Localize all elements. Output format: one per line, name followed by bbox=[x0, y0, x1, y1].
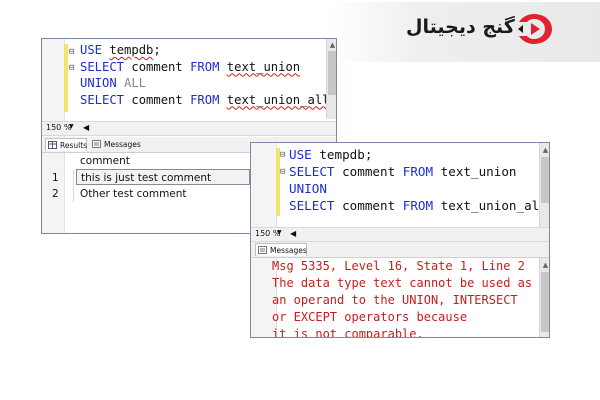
messages-panel: Msg 5335, Level 16, State 1, Line 2 The … bbox=[251, 258, 549, 338]
error-line: an operand to the UNION, INTERSECT bbox=[272, 293, 518, 307]
error-line: Msg 5335, Level 16, State 1, Line 2 bbox=[272, 259, 525, 273]
collapse-icon[interactable]: ⊟ bbox=[280, 151, 285, 160]
code-token: text_union_all bbox=[440, 198, 547, 213]
grid-cell[interactable]: Other test comment bbox=[80, 186, 250, 202]
code-token: comment bbox=[342, 198, 403, 213]
message-icon bbox=[92, 140, 101, 148]
tab-label: Messages bbox=[270, 246, 307, 255]
query-window-2: ⊟ ⊟ USE tempdb; SELECT comment FROM text_… bbox=[250, 142, 550, 338]
code-token: UNION bbox=[80, 76, 125, 90]
code-token: text_union_all bbox=[226, 92, 330, 107]
scroll-up-icon[interactable]: ▲ bbox=[540, 261, 549, 269]
code-line[interactable]: USE tempdb; bbox=[289, 146, 547, 163]
messages-scrollbar[interactable]: ▲ bbox=[539, 258, 549, 337]
row-number: 2 bbox=[52, 186, 74, 202]
code-token: ; bbox=[153, 43, 161, 57]
code-token: tempdb bbox=[109, 43, 154, 57]
dropdown-icon[interactable]: ▼ bbox=[277, 229, 282, 236]
scroll-thumb[interactable] bbox=[541, 272, 549, 332]
row-number: 1 bbox=[52, 170, 74, 186]
code-token: FROM bbox=[402, 198, 441, 213]
code-token: SELECT bbox=[289, 198, 343, 213]
code-token: SELECT bbox=[80, 59, 132, 74]
scroll-thumb[interactable] bbox=[328, 51, 336, 95]
code-token: comment bbox=[342, 164, 403, 179]
tab-label: Messages bbox=[104, 140, 141, 149]
code-line[interactable]: SELECT comment FROM text_union_all bbox=[289, 197, 547, 214]
collapse-icon[interactable]: ⊟ bbox=[280, 168, 285, 177]
scroll-thumb[interactable] bbox=[541, 157, 549, 203]
error-line: or EXCEPT operators because bbox=[272, 310, 468, 324]
zoom-bar: 150 % ▼ ◀ bbox=[251, 227, 549, 242]
tab-label: Results bbox=[60, 141, 88, 150]
sql-editor[interactable]: USE tempdb; SELECT comment FROM text_unio… bbox=[80, 42, 330, 108]
editor-scrollbar[interactable]: ▲ bbox=[539, 143, 549, 227]
code-line[interactable]: USE tempdb; bbox=[80, 42, 330, 59]
code-token: USE bbox=[289, 147, 320, 162]
error-line: The data type text cannot be used as bbox=[272, 276, 533, 290]
message-icon bbox=[258, 246, 267, 254]
code-token: FROM bbox=[190, 92, 227, 107]
code-token: text_union bbox=[440, 164, 517, 179]
code-token: SELECT bbox=[80, 92, 132, 107]
collapse-icon[interactable]: ⊟ bbox=[69, 64, 74, 73]
code-token: tempdb bbox=[319, 147, 365, 162]
code-token: text_union bbox=[226, 59, 301, 74]
code-token: comment bbox=[131, 92, 191, 107]
scroll-up-icon[interactable]: ▲ bbox=[327, 41, 336, 49]
zoom-bar: 150 % ▼ ◀ bbox=[42, 121, 336, 136]
sql-editor[interactable]: USE tempdb; SELECT comment FROM text_unio… bbox=[289, 146, 547, 214]
collapse-icon[interactable]: ⊟ bbox=[69, 48, 74, 57]
code-line[interactable]: SELECT comment FROM text_union bbox=[80, 59, 330, 76]
brand-name: گنج دیجیتال bbox=[406, 16, 515, 38]
code-token: UNION bbox=[289, 181, 327, 196]
change-marker bbox=[64, 44, 68, 112]
code-line[interactable]: SELECT comment FROM text_union_all bbox=[80, 92, 330, 109]
scroll-left-icon[interactable]: ◀ bbox=[290, 229, 296, 238]
editor-scrollbar[interactable]: ▲ bbox=[326, 39, 336, 119]
code-token: SELECT bbox=[289, 164, 343, 179]
zoom-level[interactable]: 150 % bbox=[46, 123, 71, 132]
code-token: FROM bbox=[190, 59, 227, 74]
grid-cell[interactable]: this is just test comment bbox=[76, 169, 250, 185]
scroll-left-icon[interactable]: ◀ bbox=[83, 123, 89, 132]
code-line[interactable]: SELECT comment FROM text_union bbox=[289, 163, 547, 180]
code-token: ; bbox=[364, 147, 373, 162]
code-token: FROM bbox=[402, 164, 441, 179]
grid-icon bbox=[48, 141, 57, 149]
scroll-up-icon[interactable]: ▲ bbox=[540, 146, 549, 154]
results-tabs: Messages bbox=[251, 242, 549, 258]
column-header[interactable]: comment bbox=[80, 153, 200, 169]
tab-results[interactable]: Results bbox=[45, 138, 87, 151]
tab-messages[interactable]: Messages bbox=[90, 138, 141, 151]
dropdown-icon[interactable]: ▼ bbox=[69, 123, 74, 130]
code-token: USE bbox=[80, 43, 110, 57]
code-line[interactable]: UNION ALL bbox=[80, 75, 330, 92]
code-line[interactable]: UNION bbox=[289, 180, 547, 197]
tab-messages[interactable]: Messages bbox=[255, 243, 307, 256]
brand-logo-icon bbox=[518, 14, 552, 44]
code-token: comment bbox=[131, 59, 191, 74]
error-line: it is not comparable. bbox=[272, 327, 424, 338]
code-token: ALL bbox=[124, 76, 147, 90]
